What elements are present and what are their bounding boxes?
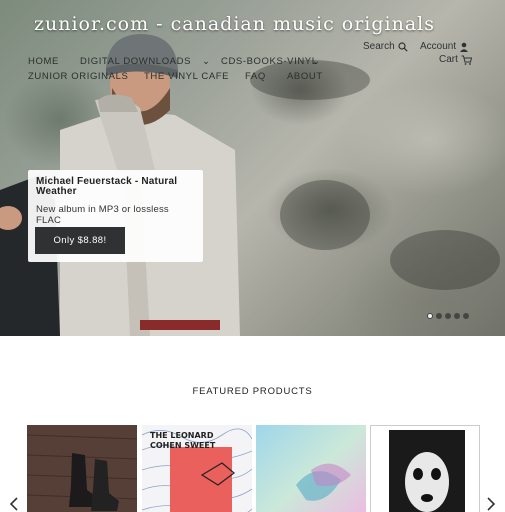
account-icon (460, 42, 469, 52)
nav-item-cds-books-vinyl[interactable]: CDs-Books-Vinyl (221, 56, 318, 67)
nav-item-digital-downloads[interactable]: Digital Downloads (80, 56, 191, 67)
page: zunior.com - canadian music originals Se… (0, 0, 505, 512)
cart-link[interactable]: Cart (439, 54, 472, 65)
account-label: Account (420, 41, 457, 52)
search-link[interactable]: Search (363, 41, 408, 52)
hero-slideshow[interactable]: zunior.com - canadian music originals Se… (0, 0, 505, 336)
slide-title[interactable]: Michael Feuerstack - Natural Weather (36, 177, 195, 197)
slideshow-dots (427, 313, 469, 319)
pastel-album-cover (256, 425, 366, 512)
nav-item-home[interactable]: Home (28, 56, 59, 67)
slide-caption-card: Michael Feuerstack - Natural Weather New… (28, 170, 203, 262)
product-card[interactable]: THE LEONARD COHEN SWEET (142, 425, 252, 512)
slide-dot-2[interactable] (436, 313, 442, 319)
slide-dot-1[interactable] (427, 313, 433, 319)
carousel-next-icon[interactable] (486, 497, 496, 511)
slide-subtitle: New album in MP3 or lossless FLAC (36, 204, 169, 226)
cover-text: THE LEONARD COHEN SWEET (150, 431, 216, 450)
carousel-prev-icon[interactable] (9, 497, 19, 511)
slide-dot-3[interactable] (445, 313, 451, 319)
product-card[interactable] (256, 425, 366, 512)
nav-item-about[interactable]: About (287, 71, 323, 82)
nav-chevron-down-icon: ⌄ (312, 56, 321, 67)
search-label: Search (363, 41, 395, 52)
boots-album-cover (27, 425, 137, 512)
account-link[interactable]: Account (420, 41, 469, 52)
nav-item-zunior-originals[interactable]: Zunior Originals (28, 71, 128, 82)
product-card[interactable] (27, 425, 137, 512)
search-icon (398, 41, 408, 52)
site-title[interactable]: zunior.com - canadian music originals (34, 13, 435, 35)
slide-dot-4[interactable] (454, 313, 460, 319)
slide-dot-5[interactable] (463, 313, 469, 319)
buy-now-button[interactable]: Only $8.88! (35, 227, 125, 254)
cart-label: Cart (439, 54, 458, 65)
nav-item-faq[interactable]: FAQ (245, 71, 266, 82)
product-card[interactable] (370, 425, 480, 512)
mask-book-cover (371, 426, 479, 512)
nav-chevron-down-icon: ⌄ (202, 56, 211, 67)
nav-item-vinyl-cafe[interactable]: The Vinyl Cafe (144, 71, 229, 82)
featured-heading: Featured Products (192, 386, 313, 397)
cart-icon (461, 55, 472, 65)
